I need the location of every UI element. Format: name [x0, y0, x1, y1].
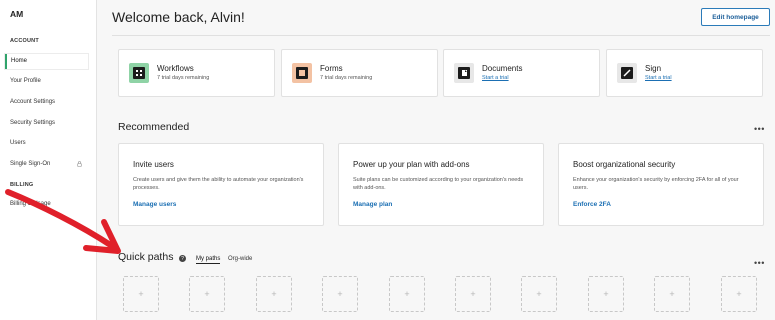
sidebar-item-label: Single Sign-On [10, 161, 51, 167]
manage-plan-link[interactable]: Manage plan [353, 201, 392, 208]
product-card-workflows[interactable]: Workflows 7 trial days remaining [118, 49, 275, 97]
tab-my-paths[interactable]: My paths [196, 256, 221, 264]
account-heading: ACCOUNT [10, 38, 39, 44]
recommended-more-icon[interactable]: ••• [754, 125, 765, 134]
sidebar-item-account-settings[interactable]: Account Settings [5, 95, 88, 110]
enforce-2fa-link[interactable]: Enforce 2FA [573, 201, 611, 208]
quick-path-slot[interactable]: + [256, 276, 292, 312]
sidebar-item-label: Account Settings [10, 99, 56, 105]
sidebar-item-billing-usage[interactable]: Billing & Usage [5, 197, 88, 212]
divider [112, 35, 770, 36]
product-title: Workflows [157, 64, 194, 73]
rec-title: Invite users [133, 160, 174, 169]
start-trial-link[interactable]: Start a trial [482, 75, 509, 81]
rec-desc: Enhance your organization's security by … [573, 177, 739, 191]
main-content: Welcome back, Alvin! Edit homepage Workf… [97, 0, 775, 320]
rec-desc: Create users and give them the ability t… [133, 177, 304, 191]
quick-path-slot[interactable]: + [588, 276, 624, 312]
rec-card-security: Boost organizational security Enhance yo… [558, 143, 764, 226]
product-title: Forms [320, 64, 343, 73]
quick-path-slot[interactable]: + [654, 276, 690, 312]
quick-path-slot[interactable]: + [389, 276, 425, 312]
sidebar-item-label: Security Settings [10, 120, 56, 126]
product-subtitle: 7 trial days remaining [320, 75, 373, 81]
quick-paths-more-icon[interactable]: ••• [754, 259, 765, 268]
quick-path-slot[interactable]: + [189, 276, 225, 312]
sidebar-item-users[interactable]: Users [5, 136, 88, 151]
recommended-title: Recommended [118, 121, 190, 133]
edit-homepage-button[interactable]: Edit homepage [701, 8, 770, 26]
sidebar-item-home[interactable]: Home [5, 54, 88, 69]
product-card-documents[interactable]: Documents Start a trial [443, 49, 600, 97]
quick-path-slot[interactable]: + [721, 276, 757, 312]
lock-icon [77, 161, 82, 167]
quick-paths-title: Quick paths [118, 251, 174, 263]
avatar[interactable]: AM [10, 9, 23, 19]
sidebar-item-label: Home [11, 58, 28, 64]
page-title: Welcome back, Alvin! [112, 9, 245, 25]
sidebar-item-label: Billing & Usage [10, 201, 51, 207]
product-title: Documents [482, 64, 523, 73]
quick-path-slot[interactable]: + [322, 276, 358, 312]
sidebar: AM ACCOUNT Home Your Profile Account Set… [0, 0, 97, 320]
rec-title: Power up your plan with add-ons [353, 160, 470, 169]
sidebar-item-single-sign-on[interactable]: Single Sign-On [5, 157, 88, 172]
start-trial-link[interactable]: Start a trial [645, 75, 672, 81]
product-subtitle: 7 trial days remaining [157, 75, 210, 81]
sidebar-item-security-settings[interactable]: Security Settings [5, 116, 88, 131]
documents-icon [454, 63, 474, 83]
sidebar-item-label: Users [10, 140, 26, 146]
sidebar-item-your-profile[interactable]: Your Profile [5, 74, 88, 89]
sidebar-item-label: Your Profile [10, 78, 41, 84]
workflows-icon [129, 63, 149, 83]
product-title: Sign [645, 64, 662, 73]
billing-heading: BILLING [10, 182, 34, 188]
rec-title: Boost organizational security [573, 160, 676, 169]
help-icon[interactable]: ? [179, 255, 186, 262]
forms-icon [292, 63, 312, 83]
quick-path-slot[interactable]: + [521, 276, 557, 312]
quick-path-slot[interactable]: + [123, 276, 159, 312]
tab-org-wide[interactable]: Org-wide [228, 256, 252, 262]
rec-desc: Suite plans can be customized according … [353, 177, 524, 191]
rec-card-invite-users: Invite users Create users and give them … [118, 143, 324, 226]
quick-path-slot[interactable]: + [455, 276, 491, 312]
rec-card-add-ons: Power up your plan with add-ons Suite pl… [338, 143, 544, 226]
sign-icon [617, 63, 637, 83]
product-card-sign[interactable]: Sign Start a trial [606, 49, 763, 97]
manage-users-link[interactable]: Manage users [133, 201, 176, 208]
product-card-forms[interactable]: Forms 7 trial days remaining [281, 49, 438, 97]
